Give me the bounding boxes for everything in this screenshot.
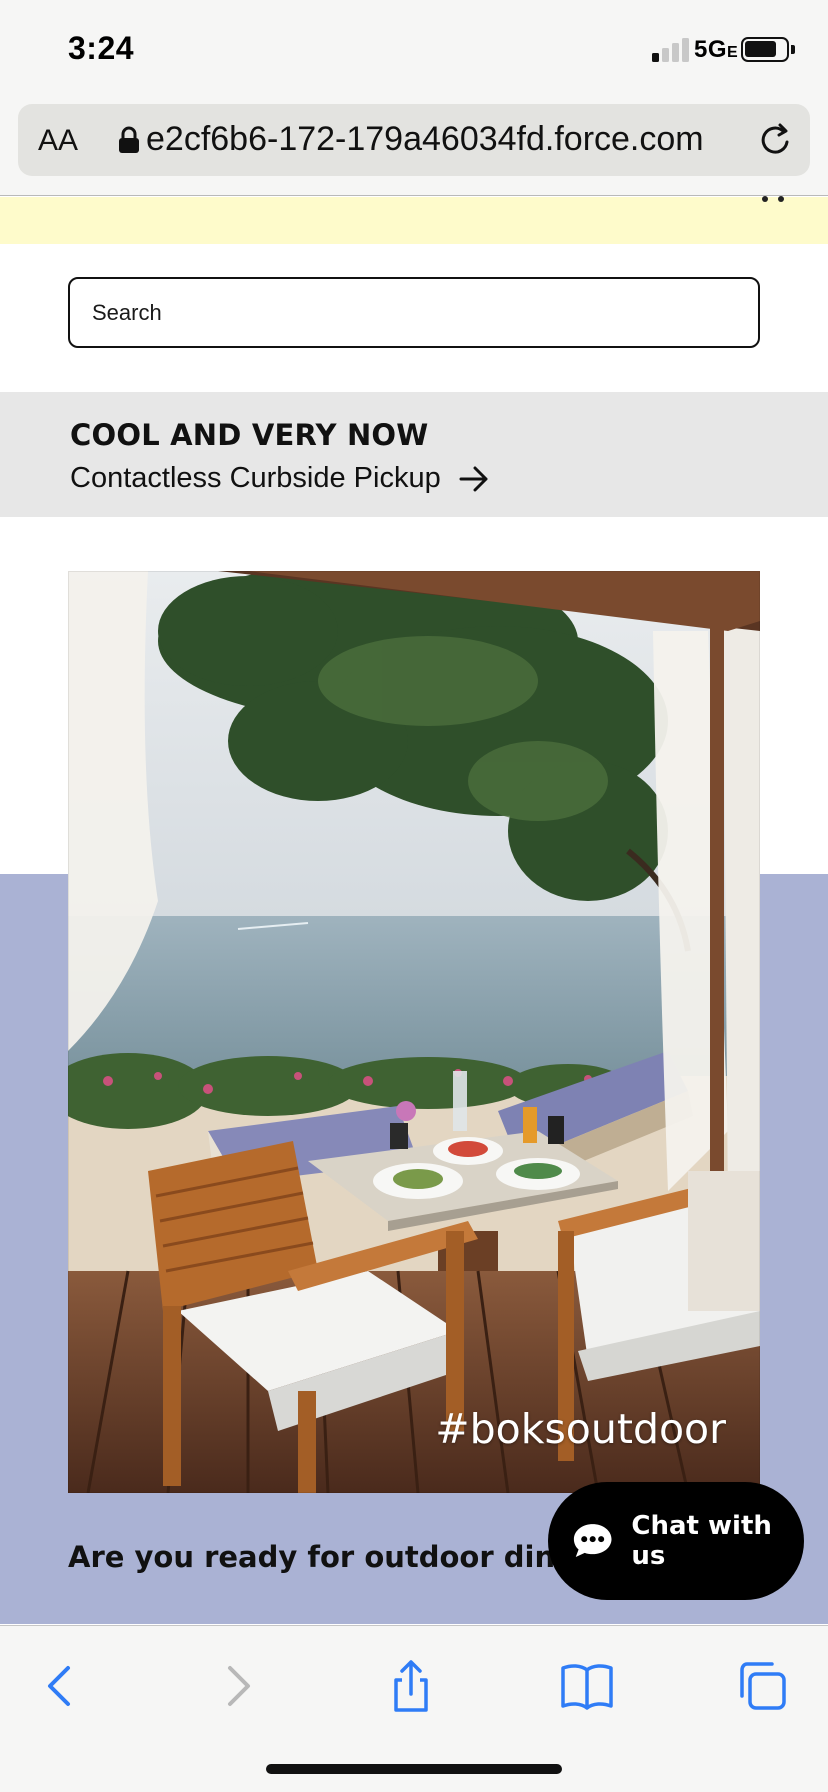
text-size-label: AA (38, 124, 79, 157)
tabs-icon[interactable] (732, 1656, 792, 1716)
network-type: 5G (694, 36, 728, 63)
status-time: 3:24 (68, 30, 135, 66)
search-input[interactable] (68, 277, 760, 348)
address-bar[interactable]: AA e2cf6b6-172-179a46034fd.force.com (18, 104, 810, 176)
forward-icon[interactable] (208, 1656, 268, 1716)
battery-cap (791, 45, 795, 54)
section-heading: Are you ready for outdoor dining? (68, 1540, 624, 1574)
network-label: 5GE (694, 36, 738, 64)
status-bar: 3:24 5GE (0, 0, 828, 100)
battery-icon (741, 37, 789, 62)
promo-link-label: Contactless Curbside Pickup (70, 462, 441, 494)
url-text[interactable]: e2cf6b6-172-179a46034fd.force.com (146, 120, 746, 159)
signal-icon (652, 38, 692, 62)
text-size-button[interactable]: AA (38, 124, 78, 158)
curbside-pickup-link[interactable]: Contactless Curbside Pickup (70, 462, 489, 495)
lock-icon (119, 126, 139, 153)
back-icon[interactable] (30, 1656, 90, 1716)
more-icon[interactable] (759, 196, 789, 206)
bookmarks-icon[interactable] (557, 1656, 617, 1716)
browser-address-area: AA e2cf6b6-172-179a46034fd.force.com (0, 100, 828, 196)
chat-bubble-icon (573, 1524, 612, 1557)
outdoor-dining-photo (68, 571, 760, 1493)
chat-with-us-button[interactable]: Chat with us (548, 1482, 804, 1600)
screen: 3:24 5GE AA e2cf6b6-172-179a46034fd.forc… (0, 0, 828, 1792)
arrow-right-icon (459, 466, 488, 491)
chat-label: Chat with us (631, 1511, 772, 1571)
reload-icon[interactable] (756, 120, 796, 160)
promo-title: COOL AND VERY NOW (70, 418, 429, 452)
notice-strip (0, 197, 828, 244)
promo-banner: COOL AND VERY NOW Contactless Curbside P… (0, 392, 828, 517)
hashtag-caption: #boksoutdoor (435, 1405, 726, 1453)
network-suffix: E (727, 44, 739, 61)
share-icon[interactable] (381, 1656, 441, 1716)
hero-image[interactable]: #boksoutdoor (68, 571, 760, 1493)
home-indicator (266, 1764, 562, 1774)
